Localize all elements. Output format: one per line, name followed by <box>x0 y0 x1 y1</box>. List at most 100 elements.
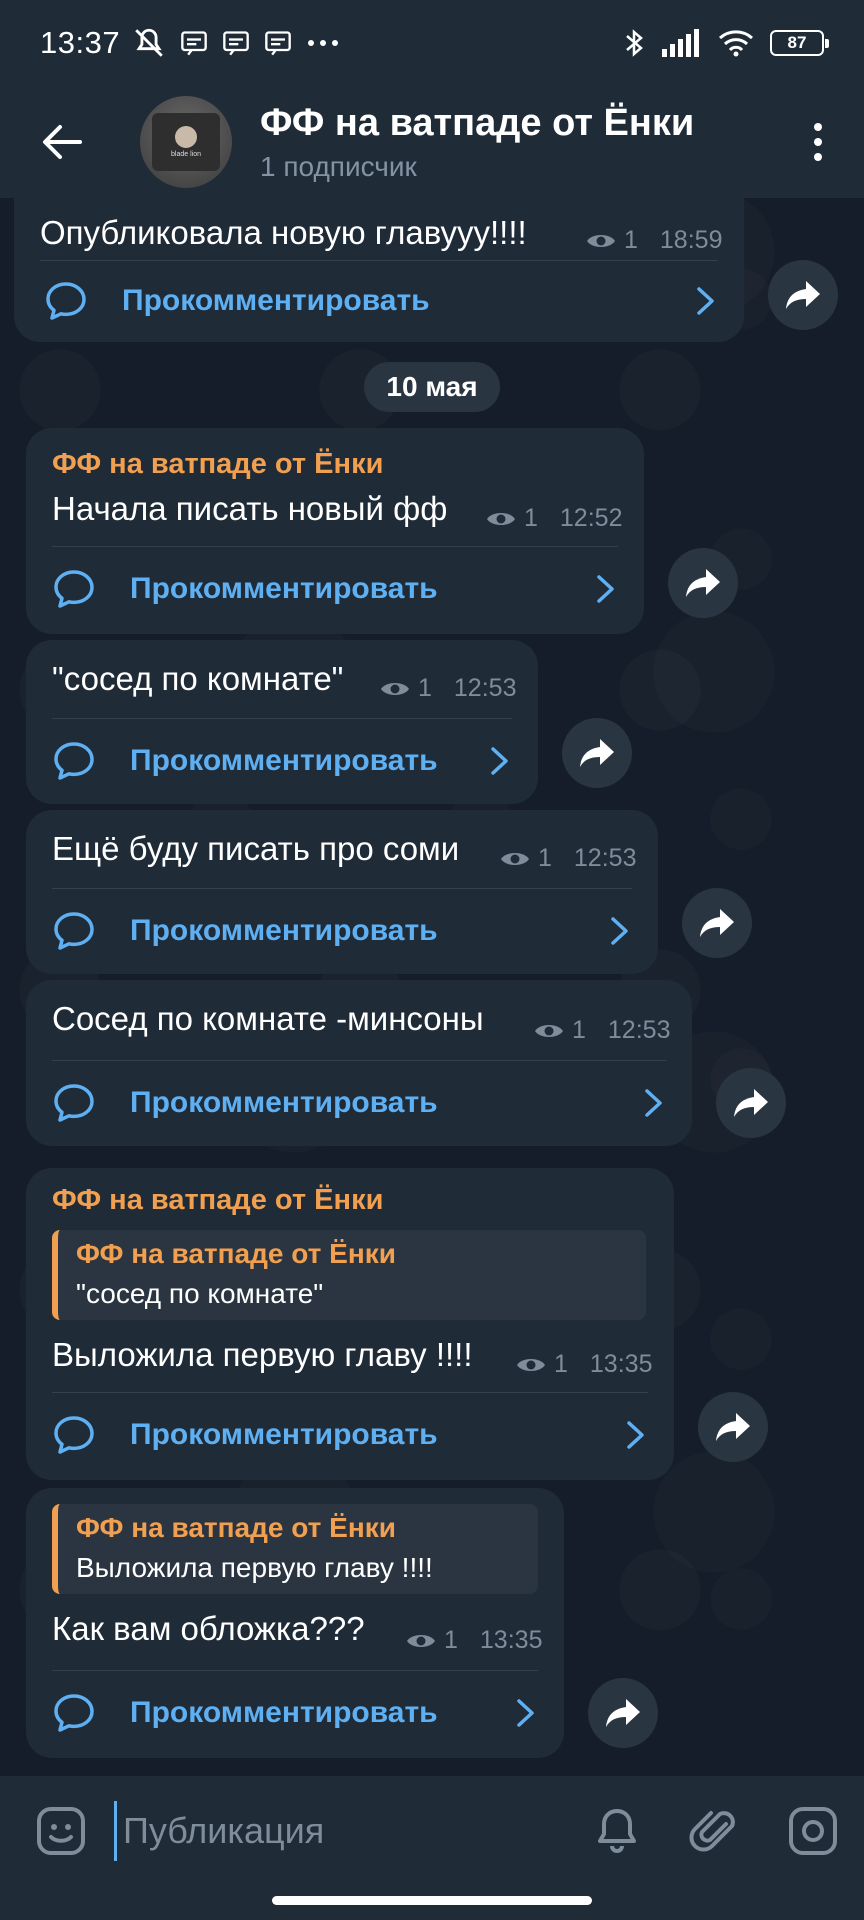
channel-title: ФФ на ватпаде от Ёнки <box>260 101 695 144</box>
back-button[interactable] <box>22 102 102 182</box>
view-count: 1 <box>554 1350 568 1378</box>
views-icon <box>381 682 409 695</box>
comment-icon <box>46 282 86 320</box>
bluetooth-icon <box>624 27 646 59</box>
comment-button[interactable]: Прокомментировать <box>26 720 538 802</box>
comment-icon <box>54 1416 94 1454</box>
post-text: Опубликовала новую главууу!!!! <box>40 214 527 251</box>
share-arrow-icon <box>734 1089 768 1117</box>
status-bar: 13:37 87 <box>0 0 864 86</box>
share-button[interactable] <box>716 1068 786 1138</box>
avatar-caption: blade lion <box>171 151 201 158</box>
post-time: 18:59 <box>659 226 723 254</box>
share-button[interactable] <box>682 888 752 958</box>
sticker-emoji-icon[interactable] <box>34 1804 88 1858</box>
chevron-right-icon <box>491 747 508 775</box>
reply-text: "сосед по комнате" <box>76 1278 324 1309</box>
share-arrow-icon <box>786 281 820 309</box>
chevron-right-icon <box>697 287 714 315</box>
post-author: ФФ на ватпаде от Ёнки <box>52 448 384 480</box>
chevron-right-icon <box>611 917 628 945</box>
share-button[interactable] <box>588 1678 658 1748</box>
comment-button[interactable]: Прокомментировать <box>26 548 644 630</box>
share-button[interactable] <box>668 548 738 618</box>
comment-button[interactable]: Прокомментировать <box>26 1394 674 1476</box>
channel-post[interactable]: Ещё буду писать про соми 1 12:53 Прокомм… <box>26 810 658 974</box>
attach-icon[interactable] <box>688 1804 742 1858</box>
channel-post[interactable]: ФФ на ватпаде от Ёнки Начала писать новы… <box>26 428 644 634</box>
comment-label: Прокомментировать <box>130 744 438 777</box>
subscriber-count: 1 подписчик <box>260 150 417 182</box>
view-count: 1 <box>444 1626 458 1654</box>
bell-icon[interactable] <box>590 1804 644 1858</box>
views-icon <box>535 1024 563 1037</box>
post-text: Сосед по комнате -минсоны <box>52 1000 484 1037</box>
views-icon <box>407 1634 435 1647</box>
post-author: ФФ на ватпаде от Ёнки <box>52 1184 384 1216</box>
channel-info[interactable]: ФФ на ватпаде от Ёнки 1 подписчик <box>260 102 694 183</box>
comment-icon <box>54 912 94 950</box>
post-time: 12:52 <box>559 504 623 532</box>
channel-post[interactable]: Сосед по комнате -минсоны 1 12:53 Проком… <box>26 980 692 1146</box>
comment-icon <box>54 570 94 608</box>
home-indicator[interactable] <box>272 1896 592 1905</box>
more-options-button[interactable] <box>798 112 838 172</box>
views-icon <box>487 512 515 525</box>
channel-post[interactable]: Опубликовала новую главууу!!!! 1 18:59 П… <box>14 198 744 342</box>
channel-header: blade lion ФФ на ватпаде от Ёнки 1 подпи… <box>0 86 864 198</box>
comment-button[interactable]: Прокомментировать <box>26 1062 692 1144</box>
view-count: 1 <box>624 226 638 254</box>
channel-avatar[interactable]: blade lion <box>140 96 232 188</box>
post-text: Как вам обложка??? <box>52 1610 365 1647</box>
channel-post[interactable]: ФФ на ватпаде от Ёнки Выложила первую гл… <box>26 1488 564 1758</box>
post-time: 13:35 <box>589 1350 653 1378</box>
more-notifications-icon <box>306 38 340 48</box>
message-composer <box>0 1776 864 1886</box>
share-arrow-icon <box>580 739 614 767</box>
post-text: "сосед по комнате" <box>52 660 344 697</box>
reply-text: Выложила первую главу !!!! <box>76 1552 433 1583</box>
back-arrow-icon <box>43 125 82 159</box>
share-button[interactable] <box>562 718 632 788</box>
share-button[interactable] <box>768 260 838 330</box>
reply-quote[interactable]: ФФ на ватпаде от Ёнки "сосед по комнате" <box>52 1230 646 1320</box>
share-button[interactable] <box>698 1392 768 1462</box>
mute-icon <box>132 26 166 60</box>
camera-icon[interactable] <box>786 1804 840 1858</box>
share-arrow-icon <box>700 909 734 937</box>
post-time: 12:53 <box>453 674 517 702</box>
comment-button[interactable]: Прокомментировать <box>14 260 744 342</box>
comment-label: Прокомментировать <box>122 284 430 317</box>
reply-author: ФФ на ватпаде от Ёнки <box>76 1512 396 1543</box>
comment-label: Прокомментировать <box>130 1086 438 1119</box>
comment-icon <box>54 1694 94 1732</box>
post-time: 12:53 <box>607 1016 671 1044</box>
chevron-right-icon <box>645 1089 662 1117</box>
battery-level: 87 <box>787 33 807 52</box>
views-icon <box>517 1358 545 1371</box>
chevron-right-icon <box>517 1699 534 1727</box>
views-icon <box>501 852 529 865</box>
share-arrow-icon <box>686 569 720 597</box>
status-time: 13:37 <box>40 25 121 60</box>
battery-icon: 87 <box>770 30 829 56</box>
signal-icon <box>662 29 702 57</box>
share-arrow-icon <box>606 1699 640 1727</box>
reply-quote[interactable]: ФФ на ватпаде от Ёнки Выложила первую гл… <box>52 1504 538 1594</box>
channel-post[interactable]: ФФ на ватпаде от Ёнки ФФ на ватпаде от Ё… <box>26 1168 674 1480</box>
comment-label: Прокомментировать <box>130 1696 438 1729</box>
view-count: 1 <box>572 1016 586 1044</box>
share-arrow-icon <box>716 1413 750 1441</box>
comment-button[interactable]: Прокомментировать <box>26 890 658 972</box>
comment-label: Прокомментировать <box>130 914 438 947</box>
channel-post[interactable]: "сосед по комнате" 1 12:53 Прокомментиро… <box>26 640 538 804</box>
comment-icon <box>54 1084 94 1122</box>
message-input[interactable] <box>114 1801 534 1861</box>
message-notification-icon <box>180 29 208 57</box>
views-icon <box>587 234 615 247</box>
comment-button[interactable]: Прокомментировать <box>26 1672 564 1754</box>
view-count: 1 <box>418 674 432 702</box>
comment-icon <box>54 742 94 780</box>
message-feed[interactable]: Опубликовала новую главууу!!!! 1 18:59 П… <box>0 198 864 1776</box>
view-count: 1 <box>524 504 538 532</box>
